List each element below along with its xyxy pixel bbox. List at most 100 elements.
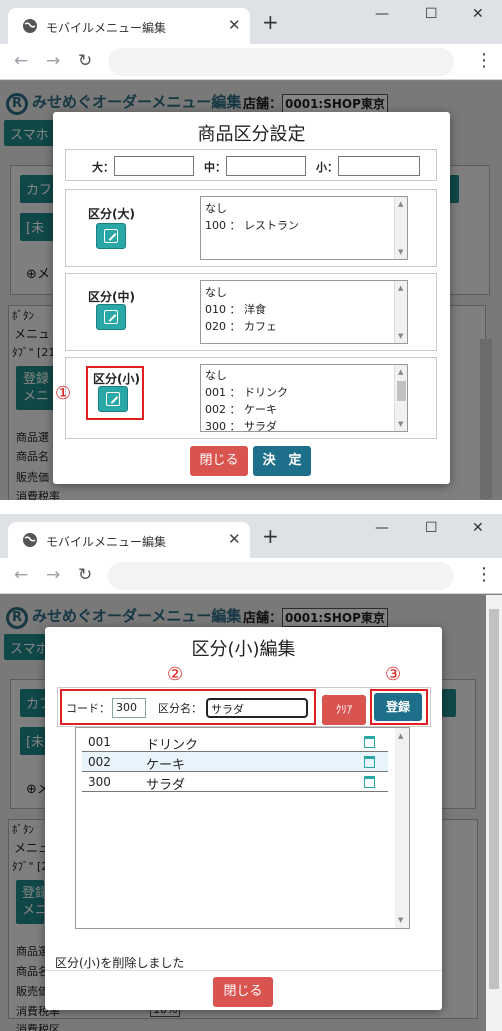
table-row[interactable]: 002 ケーキ <box>82 752 388 773</box>
list-item[interactable]: なし <box>205 284 227 300</box>
medium-category-label: 区分(中) <box>88 290 135 304</box>
clear-button[interactable]: ｸﾘｱ <box>322 695 366 725</box>
tab-close-icon[interactable]: ✕ <box>228 16 241 34</box>
trash-icon[interactable] <box>364 776 375 788</box>
row-code: 001 <box>88 735 111 749</box>
forward-icon[interactable]: → <box>46 51 60 71</box>
maximize-icon[interactable]: ☐ <box>425 520 438 536</box>
scroll-down-icon[interactable]: ▼ <box>398 916 403 924</box>
screenshot-category-settings: モバイルメニュー編集 ✕ + — ☐ ✕ ← → ↻ ⋮ R みせめぐオーダーメニ… <box>0 0 502 500</box>
scroll-down-icon[interactable]: ▼ <box>398 420 403 428</box>
window-close-icon[interactable]: ✕ <box>472 6 484 22</box>
list-scrollbar[interactable]: ▲ ▼ <box>394 365 407 431</box>
globe-icon <box>23 533 37 547</box>
edit-icon <box>106 392 120 406</box>
page-scrollbar[interactable] <box>486 595 502 1031</box>
list-item[interactable]: 020 ： カフェ <box>205 318 277 334</box>
annotation-3: ③ <box>385 664 402 685</box>
table-scrollbar[interactable]: ▲ ▼ <box>395 728 409 928</box>
tab-close-icon[interactable]: ✕ <box>228 530 241 548</box>
reload-icon[interactable]: ↻ <box>78 51 92 71</box>
browser-tab[interactable]: モバイルメニュー編集 ✕ <box>8 8 250 44</box>
large-category-list[interactable]: なし 100 ： レストラン ▲ ▼ <box>200 196 408 260</box>
list-scrollbar[interactable]: ▲ ▼ <box>394 281 407 343</box>
filter-small-input[interactable] <box>338 156 420 176</box>
list-item[interactable]: 010 ： 洋食 <box>205 301 266 317</box>
name-input[interactable]: サラダ <box>206 698 308 718</box>
scroll-thumb[interactable] <box>489 609 499 989</box>
maximize-icon[interactable]: ☐ <box>425 6 438 22</box>
list-scrollbar[interactable]: ▲ ▼ <box>394 197 407 259</box>
scroll-down-icon[interactable]: ▼ <box>398 248 403 256</box>
close-button[interactable]: 閉じる <box>190 446 248 476</box>
reload-icon[interactable]: ↻ <box>78 565 92 585</box>
small-category-label: 区分(小) <box>93 372 140 386</box>
browser-menu-icon[interactable]: ⋮ <box>475 50 493 71</box>
window-close-icon[interactable]: ✕ <box>472 520 484 536</box>
annotation-1: ① <box>55 383 72 404</box>
filter-row: 大： 中： 小： <box>65 149 437 181</box>
category-table: 001 ドリンク 002 ケーキ 300 サラダ ▲ ▼ <box>75 727 410 929</box>
scroll-up-icon[interactable]: ▲ <box>398 200 403 208</box>
scroll-up-icon[interactable]: ▲ <box>398 368 403 376</box>
row-name: ケーキ <box>146 758 186 773</box>
edit-icon <box>104 310 118 324</box>
large-category-label: 区分(大) <box>88 207 135 221</box>
list-item[interactable]: なし <box>205 367 227 383</box>
address-bar[interactable] <box>108 562 454 590</box>
table-row[interactable]: 300 サラダ <box>82 772 388 793</box>
list-item[interactable]: なし <box>205 200 227 216</box>
large-category-section: 区分(大) なし 100 ： レストラン ▲ ▼ <box>65 189 437 267</box>
annotation-2: ② <box>167 664 184 685</box>
back-icon[interactable]: ← <box>14 565 28 585</box>
register-button[interactable]: 登録 <box>374 693 422 721</box>
browser-tab[interactable]: モバイルメニュー編集 ✕ <box>8 522 250 558</box>
scroll-thumb[interactable] <box>397 381 406 401</box>
decide-button[interactable]: 決 定 <box>253 446 311 476</box>
close-button[interactable]: 閉じる <box>213 977 273 1007</box>
footer-divider <box>45 970 442 971</box>
row-name: ドリンク <box>146 738 199 753</box>
tab-title: モバイルメニュー編集 <box>46 21 167 35</box>
minimize-icon[interactable]: — <box>375 520 389 536</box>
trash-icon[interactable] <box>364 736 375 748</box>
filter-medium-input[interactable] <box>226 156 306 176</box>
table-row[interactable]: 001 ドリンク <box>82 732 388 753</box>
trash-icon[interactable] <box>364 756 375 768</box>
modal-title: 商品区分設定 <box>197 124 306 145</box>
new-tab-icon[interactable]: + <box>262 12 279 32</box>
filter-small-label: 小： <box>316 161 338 174</box>
small-category-edit-modal: 区分(小)編集 ② ③ コード： 300 区分名： サラダ ｸﾘｱ 登録 001… <box>45 627 442 1010</box>
filter-large-input[interactable] <box>114 156 194 176</box>
browser-toolbar: ← → ↻ ⋮ <box>0 558 502 594</box>
modal-title: 区分(小)編集 <box>191 639 296 660</box>
list-item[interactable]: 002 ： ケーキ <box>205 401 277 417</box>
medium-category-section: 区分(中) なし 010 ： 洋食 020 ： カフェ ▲ ▼ <box>65 273 437 351</box>
scroll-down-icon[interactable]: ▼ <box>398 332 403 340</box>
browser-menu-icon[interactable]: ⋮ <box>475 564 493 585</box>
browser-titlebar: モバイルメニュー編集 ✕ + — ☐ ✕ <box>0 514 502 558</box>
filter-medium-label: 中： <box>204 161 226 174</box>
scroll-up-icon[interactable]: ▲ <box>398 284 403 292</box>
back-icon[interactable]: ← <box>14 51 28 71</box>
minimize-icon[interactable]: — <box>375 6 389 22</box>
name-label: 区分名： <box>158 702 202 715</box>
edit-form-row: コード： 300 区分名： サラダ ｸﾘｱ 登録 <box>57 687 431 727</box>
list-item[interactable]: 100 ： レストラン <box>205 217 299 233</box>
browser-titlebar: モバイルメニュー編集 ✕ + — ☐ ✕ <box>0 0 502 44</box>
status-message: 区分(小)を削除しました <box>55 956 185 970</box>
edit-large-button[interactable] <box>96 223 126 249</box>
scroll-up-icon[interactable]: ▲ <box>398 732 403 740</box>
row-code: 300 <box>88 775 111 789</box>
small-category-list[interactable]: なし 001 ： ドリンク 002 ： ケーキ 300 ： サラダ ▲ ▼ <box>200 364 408 432</box>
medium-category-list[interactable]: なし 010 ： 洋食 020 ： カフェ ▲ ▼ <box>200 280 408 344</box>
forward-icon[interactable]: → <box>46 565 60 585</box>
code-input[interactable]: 300 <box>112 698 146 718</box>
edit-medium-button[interactable] <box>96 304 126 330</box>
address-bar[interactable] <box>108 48 454 76</box>
list-item[interactable]: 001 ： ドリンク <box>205 384 288 400</box>
new-tab-icon[interactable]: + <box>262 526 279 546</box>
row-code: 002 <box>88 755 111 769</box>
list-item[interactable]: 300 ： サラダ <box>205 418 277 431</box>
edit-small-button[interactable] <box>98 386 128 412</box>
